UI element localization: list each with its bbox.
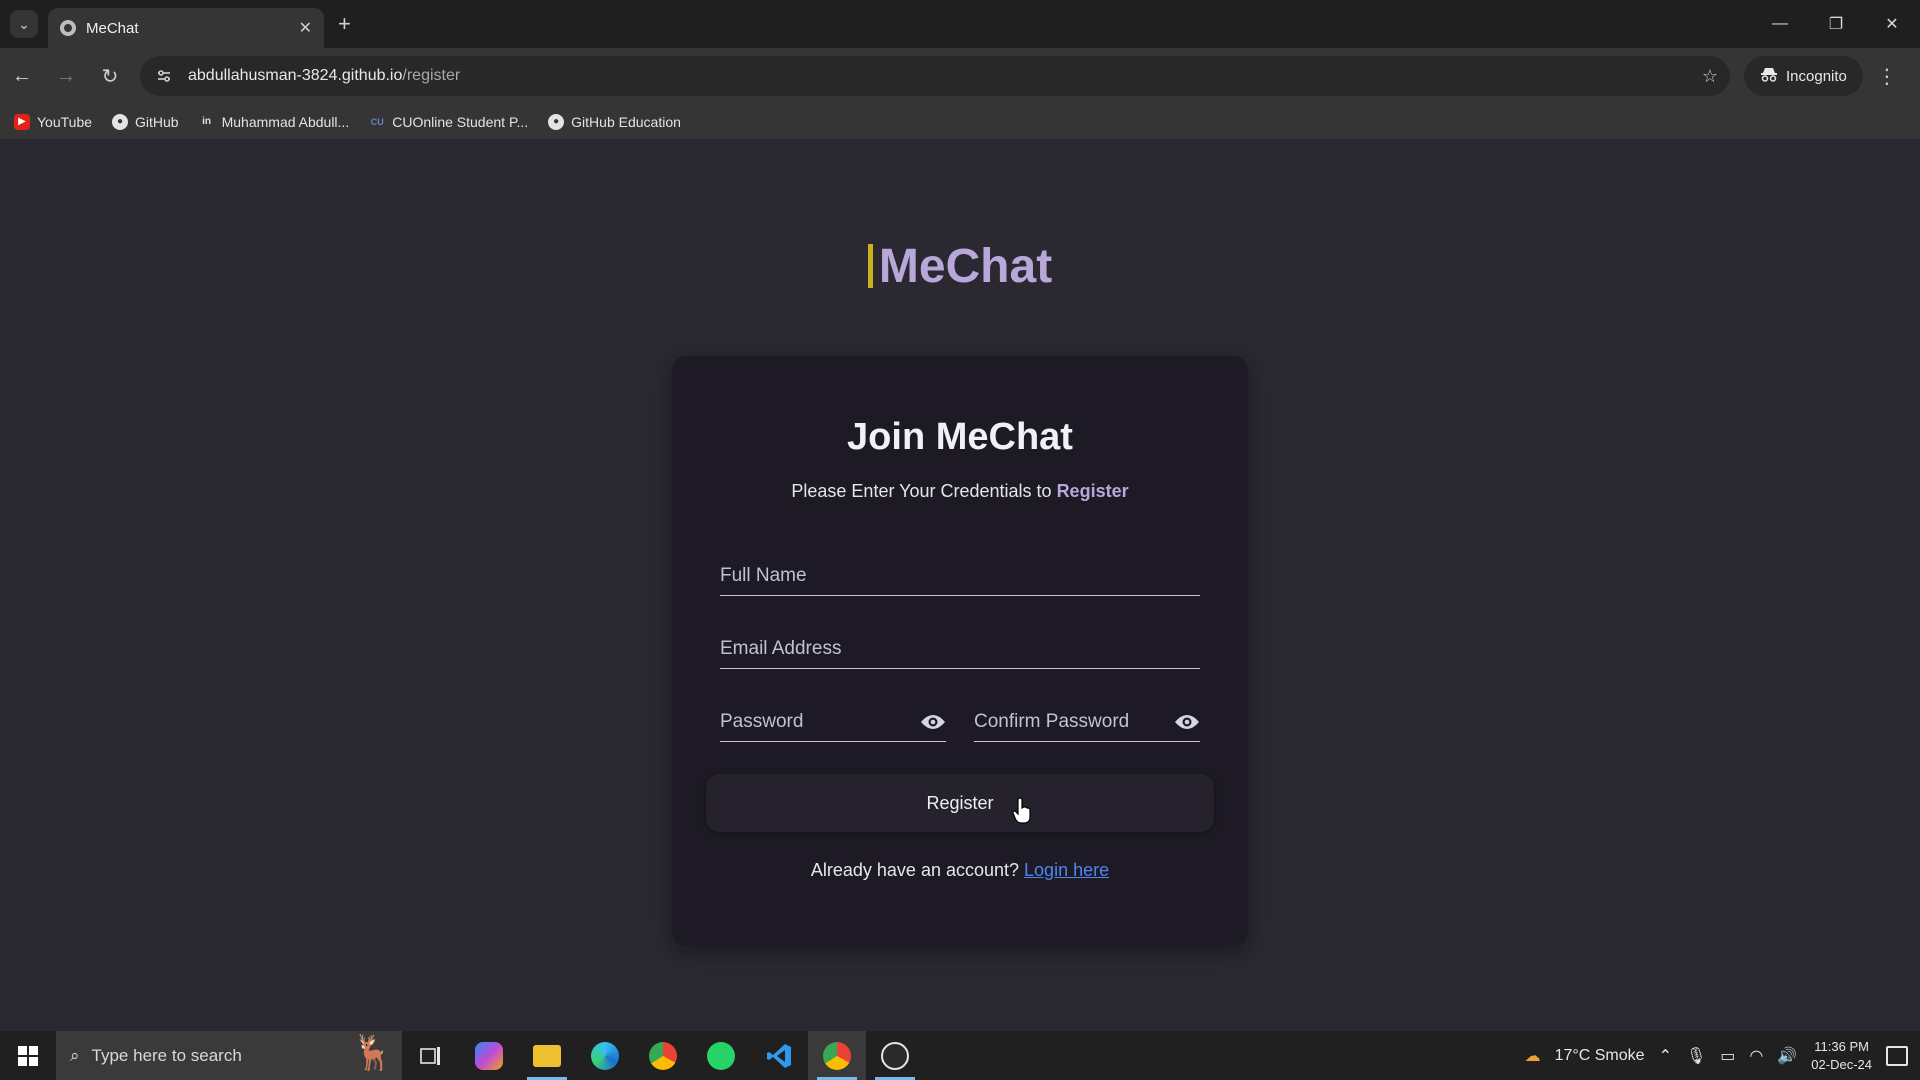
obs-icon[interactable]: [866, 1031, 924, 1080]
hand-cursor-icon: [1012, 797, 1031, 824]
windows-taskbar: ⌕ Type here to search 🦌 ☁ 17°C Smoke ⌃ 🎙…: [0, 1031, 1920, 1080]
bookmark-label: GitHub: [135, 113, 179, 130]
bookmarks-bar: ▶ YouTube ● GitHub in Muhammad Abdull...…: [0, 104, 1920, 140]
bookmark-github[interactable]: ● GitHub: [112, 113, 179, 130]
show-hidden-icons-icon[interactable]: ⌃: [1659, 1046, 1672, 1066]
card-title: Join MeChat: [847, 416, 1073, 458]
weather-icon[interactable]: ☁: [1525, 1046, 1541, 1066]
volume-icon[interactable]: 🔊: [1777, 1046, 1797, 1066]
minimize-icon[interactable]: —: [1752, 0, 1808, 48]
youtube-icon: ▶: [14, 113, 30, 130]
cu-icon: CU: [370, 116, 384, 127]
subtitle-text: Please Enter Your Credentials to: [791, 481, 1057, 501]
incognito-label: Incognito: [1786, 67, 1847, 85]
tab-title: MeChat: [86, 19, 139, 37]
browser-menu-icon[interactable]: ⋮: [1877, 64, 1897, 89]
login-prompt: Already have an account? Login here: [672, 860, 1248, 881]
browser-titlebar: ⌄ MeChat ✕ + — ❐ ✕: [0, 0, 1920, 48]
confirm-password-field: [974, 702, 1200, 742]
chevron-down-icon: ⌄: [18, 15, 30, 32]
brand-text: MeChat: [878, 240, 1053, 293]
address-bar[interactable]: abdullahusman-3824.github.io/register ☆: [140, 56, 1730, 96]
confirm-password-input[interactable]: [974, 710, 1174, 733]
incognito-indicator[interactable]: Incognito: [1744, 56, 1863, 96]
notification-center-icon[interactable]: [1886, 1045, 1908, 1066]
system-tray: ☁ 17°C Smoke ⌃ 🎙 ▭ ◠ 🔊 11:36 PM 02-Dec-2…: [1525, 1038, 1920, 1074]
close-window-icon[interactable]: ✕: [1864, 0, 1920, 48]
bookmark-cuonline[interactable]: CU CUOnline Student P...: [369, 114, 528, 130]
password-input[interactable]: [720, 710, 920, 733]
linkedin-icon: in: [202, 116, 212, 127]
already-text: Already have an account?: [810, 860, 1025, 880]
search-placeholder: Type here to search: [91, 1045, 242, 1065]
back-button[interactable]: ←: [0, 65, 44, 88]
register-card: Join MeChat Please Enter Your Credential…: [672, 356, 1248, 946]
brand-logo: MeChat: [0, 239, 1920, 294]
tab-search-button[interactable]: ⌄: [10, 10, 38, 38]
text-cursor-bar: [867, 244, 873, 288]
clock-date: 02-Dec-24: [1811, 1056, 1872, 1072]
edge-icon[interactable]: [576, 1031, 634, 1080]
clock-time: 11:36 PM: [1814, 1038, 1869, 1054]
site-info-icon[interactable]: [152, 64, 176, 88]
bookmark-linkedin[interactable]: in Muhammad Abdull...: [199, 113, 350, 130]
chrome-incognito-icon[interactable]: [808, 1031, 866, 1080]
eye-icon[interactable]: [920, 709, 946, 735]
bookmark-youtube[interactable]: ▶ YouTube: [14, 113, 93, 130]
search-highlight-deer-icon: 🦌: [351, 1034, 394, 1072]
email-field: [720, 629, 1200, 669]
url-path: /register: [402, 67, 461, 84]
bookmark-label: YouTube: [37, 113, 93, 130]
bookmark-star-icon[interactable]: ☆: [1702, 66, 1718, 87]
chrome-icon[interactable]: [634, 1031, 692, 1080]
incognito-icon: [1760, 66, 1778, 86]
weather-text[interactable]: 17°C Smoke: [1555, 1047, 1645, 1065]
login-link[interactable]: Login here: [1024, 860, 1109, 880]
email-input[interactable]: [720, 637, 1200, 660]
browser-tab-active[interactable]: MeChat ✕: [48, 8, 324, 48]
full-name-field: [720, 556, 1200, 596]
whatsapp-icon[interactable]: [692, 1031, 750, 1080]
card-subtitle: Please Enter Your Credentials to Registe…: [672, 481, 1248, 502]
full-name-input[interactable]: [720, 564, 1200, 587]
eye-icon[interactable]: [1174, 709, 1200, 735]
wifi-icon[interactable]: ◠: [1749, 1046, 1763, 1066]
url-text: abdullahusman-3824.github.io/register: [188, 67, 1690, 85]
windows-start-icon[interactable]: [0, 1031, 56, 1080]
clock[interactable]: 11:36 PM 02-Dec-24: [1811, 1038, 1872, 1074]
vscode-icon[interactable]: [750, 1031, 808, 1080]
forward-button[interactable]: →: [44, 65, 88, 88]
password-field: [720, 702, 946, 742]
github-icon: ●: [112, 113, 129, 130]
battery-icon[interactable]: ▭: [1720, 1046, 1735, 1066]
bookmark-label: Muhammad Abdull...: [221, 113, 350, 130]
microphone-icon[interactable]: 🎙: [1686, 1046, 1706, 1066]
reload-button[interactable]: ↻: [88, 64, 132, 89]
globe-icon: [60, 20, 76, 36]
page-content: MeChat Join MeChat Please Enter Your Cre…: [0, 141, 1920, 1031]
bookmark-github-education[interactable]: ● GitHub Education: [548, 113, 681, 130]
bookmark-label: CUOnline Student P...: [392, 113, 529, 130]
url-host: abdullahusman-3824.github.io: [188, 67, 403, 84]
window-controls: — ❐ ✕: [1752, 0, 1920, 48]
browser-toolbar: ← → ↻ abdullahusman-3824.github.io/regis…: [0, 48, 1920, 104]
taskbar-search[interactable]: ⌕ Type here to search 🦌: [56, 1031, 402, 1080]
bookmark-label: GitHub Education: [571, 113, 681, 130]
subtitle-strong: Register: [1056, 481, 1129, 501]
restore-icon[interactable]: ❐: [1808, 0, 1864, 48]
file-explorer-icon[interactable]: [518, 1031, 576, 1080]
register-button[interactable]: Register: [706, 774, 1214, 832]
search-icon: ⌕: [70, 1045, 80, 1065]
new-tab-button[interactable]: +: [338, 11, 351, 37]
close-tab-icon[interactable]: ✕: [299, 18, 312, 38]
copilot-icon[interactable]: [460, 1031, 518, 1080]
github-icon: ●: [548, 113, 565, 130]
task-view-icon[interactable]: [402, 1031, 460, 1080]
